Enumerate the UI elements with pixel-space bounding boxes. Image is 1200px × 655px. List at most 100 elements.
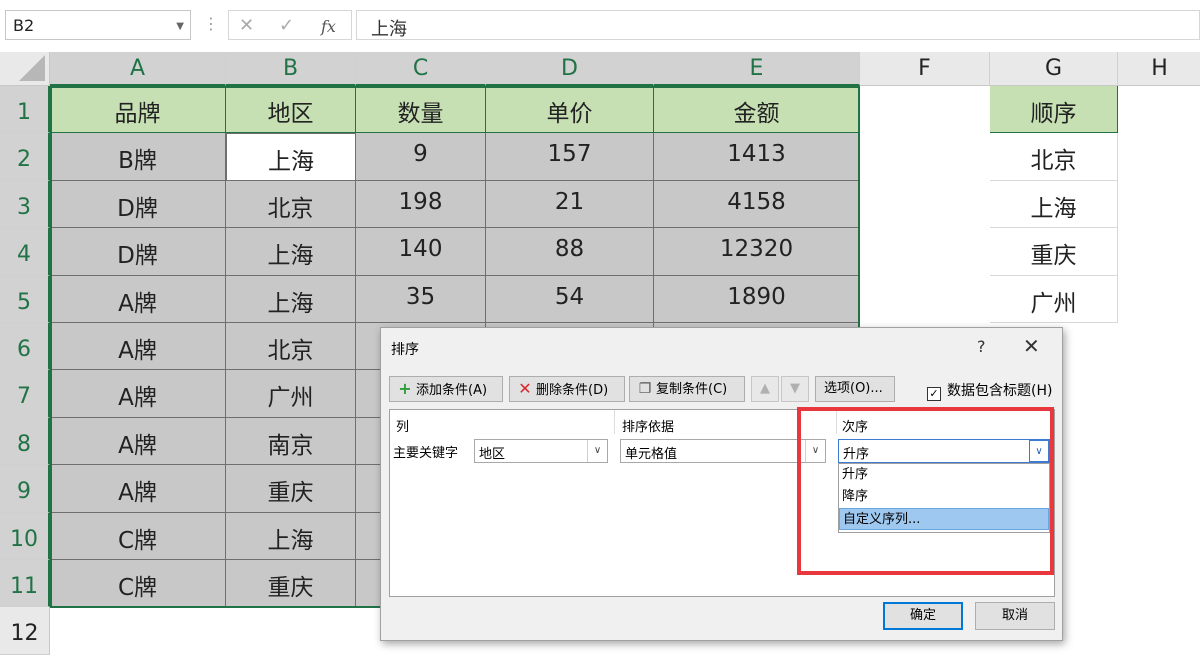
table-cell[interactable]: 上海 [226, 228, 356, 276]
table-cell[interactable]: 9 [356, 133, 486, 181]
row-header-8[interactable]: 8 [0, 417, 50, 466]
select-all-corner[interactable] [0, 52, 50, 86]
sort-dialog: 排序 ? ✕ + 添加条件(A) ✕ 删除条件(D) ❐ 复制条件(C) ▲ ▼ 选项… [380, 327, 1063, 641]
chevron-down-icon[interactable]: ∨ [587, 440, 607, 462]
delete-x-icon: ✕ [518, 379, 532, 398]
move-up-button[interactable]: ▲ [751, 376, 779, 402]
order-option[interactable]: 升序 [839, 464, 1049, 486]
close-icon[interactable]: ✕ [1023, 334, 1040, 358]
order-list-item[interactable]: 北京 [990, 133, 1118, 181]
name-box[interactable]: B2 ▼ [5, 10, 191, 40]
column-header-c[interactable]: C [356, 52, 486, 86]
column-header-e[interactable]: E [654, 52, 860, 86]
insert-function-icon[interactable]: fx [321, 17, 336, 36]
table-cell[interactable]: 上海 [226, 512, 356, 560]
table-cell[interactable]: 广州 [226, 370, 356, 418]
row-header-10[interactable]: 10 [0, 512, 50, 560]
column-select[interactable]: 地区 ∨ [474, 439, 608, 463]
table-cell[interactable]: A牌 [50, 465, 226, 513]
row-header-7[interactable]: 7 [0, 370, 50, 418]
chevron-down-icon[interactable]: ∨ [805, 440, 825, 462]
table-header-cell[interactable]: 金额 [654, 86, 860, 134]
table-cell[interactable]: 上海 [226, 275, 356, 323]
order-select[interactable]: 升序 ∨ [838, 439, 1050, 463]
table-cell[interactable]: 北京 [226, 323, 356, 371]
row-header-5[interactable]: 5 [0, 275, 50, 323]
delete-condition-button[interactable]: ✕ 删除条件(D) [509, 376, 625, 402]
table-cell[interactable]: 重庆 [226, 465, 356, 513]
chevron-down-icon[interactable]: ∨ [1029, 440, 1049, 462]
table-cell[interactable]: D牌 [50, 180, 226, 229]
table-cell[interactable]: 140 [356, 228, 486, 276]
formula-value: 上海 [371, 19, 407, 40]
column-header-d[interactable]: D [486, 52, 654, 86]
column-header-g[interactable]: G [990, 52, 1118, 86]
column-header-column: 列 [396, 420, 410, 435]
table-cell[interactable]: A牌 [50, 323, 226, 371]
sort-on-select-value: 单元格值 [625, 447, 678, 462]
table-cell[interactable]: 重庆 [226, 560, 356, 608]
column-header-a[interactable]: A [50, 52, 226, 86]
order-list-header[interactable]: 顺序 [990, 86, 1118, 134]
copy-condition-button[interactable]: ❐ 复制条件(C) [629, 376, 745, 402]
delete-condition-label: 删除条件(D) [536, 383, 609, 398]
has-headers-checkbox[interactable]: ✓ 数据包含标题(H) [927, 380, 1052, 401]
order-list-item[interactable]: 上海 [990, 180, 1118, 229]
chevron-down-icon[interactable]: ▼ [176, 21, 184, 32]
table-header-cell[interactable]: 数量 [356, 86, 486, 134]
table-cell[interactable]: 21 [486, 180, 654, 229]
table-cell[interactable]: A牌 [50, 417, 226, 466]
row-header-6[interactable]: 6 [0, 323, 50, 371]
table-cell[interactable]: A牌 [50, 370, 226, 418]
row-header-1[interactable]: 1 [0, 86, 50, 134]
table-cell[interactable]: 88 [486, 228, 654, 276]
cancel-button[interactable]: 取消 [975, 602, 1055, 630]
table-header-cell[interactable]: 品牌 [50, 86, 226, 134]
row-header-3[interactable]: 3 [0, 180, 50, 229]
formula-input[interactable]: 上海 [356, 10, 1200, 40]
table-cell[interactable]: A牌 [50, 275, 226, 323]
table-cell[interactable]: 1413 [654, 133, 860, 181]
options-button[interactable]: 选项(O)... [815, 376, 895, 402]
name-box-value: B2 [13, 16, 35, 35]
cancel-icon[interactable]: ✕ [239, 15, 254, 36]
checkbox-checked-icon[interactable]: ✓ [927, 387, 941, 401]
table-cell[interactable]: 南京 [226, 417, 356, 466]
table-cell[interactable]: C牌 [50, 512, 226, 560]
table-cell[interactable]: D牌 [50, 228, 226, 276]
table-header-cell[interactable]: 单价 [486, 86, 654, 134]
table-cell[interactable]: B牌 [50, 133, 226, 181]
move-down-button[interactable]: ▼ [781, 376, 809, 402]
row-header-12[interactable]: 12 [0, 607, 50, 655]
help-icon[interactable]: ? [977, 337, 986, 356]
row-header-4[interactable]: 4 [0, 228, 50, 276]
order-list-item[interactable]: 广州 [990, 275, 1118, 323]
sort-on-select[interactable]: 单元格值 ∨ [620, 439, 826, 463]
table-cell[interactable]: 35 [356, 275, 486, 323]
table-header-cell[interactable]: 地区 [226, 86, 356, 134]
table-cell[interactable]: 北京 [226, 180, 356, 229]
order-option[interactable]: 自定义序列... [839, 508, 1049, 530]
table-cell[interactable]: 198 [356, 180, 486, 229]
row-header-11[interactable]: 11 [0, 560, 50, 608]
row-header-9[interactable]: 9 [0, 465, 50, 513]
order-select-value: 升序 [843, 447, 870, 462]
ok-button[interactable]: 确定 [883, 602, 963, 630]
table-cell[interactable]: 4158 [654, 180, 860, 229]
table-cell[interactable]: 1890 [654, 275, 860, 323]
column-select-value: 地区 [479, 447, 506, 462]
column-header-h[interactable]: H [1118, 52, 1200, 86]
order-list-item[interactable]: 重庆 [990, 228, 1118, 276]
table-cell[interactable]: 157 [486, 133, 654, 181]
table-cell[interactable]: C牌 [50, 560, 226, 608]
table-cell[interactable]: 54 [486, 275, 654, 323]
active-cell[interactable]: 上海 [226, 133, 356, 181]
column-header-b[interactable]: B [226, 52, 356, 86]
check-icon[interactable]: ✓ [279, 15, 294, 36]
table-cell[interactable]: 12320 [654, 228, 860, 276]
order-option[interactable]: 降序 [839, 486, 1049, 508]
add-condition-button[interactable]: + 添加条件(A) [389, 376, 503, 402]
column-header-f[interactable]: F [860, 52, 990, 86]
row-header-2[interactable]: 2 [0, 133, 50, 181]
plus-icon: + [398, 379, 412, 398]
